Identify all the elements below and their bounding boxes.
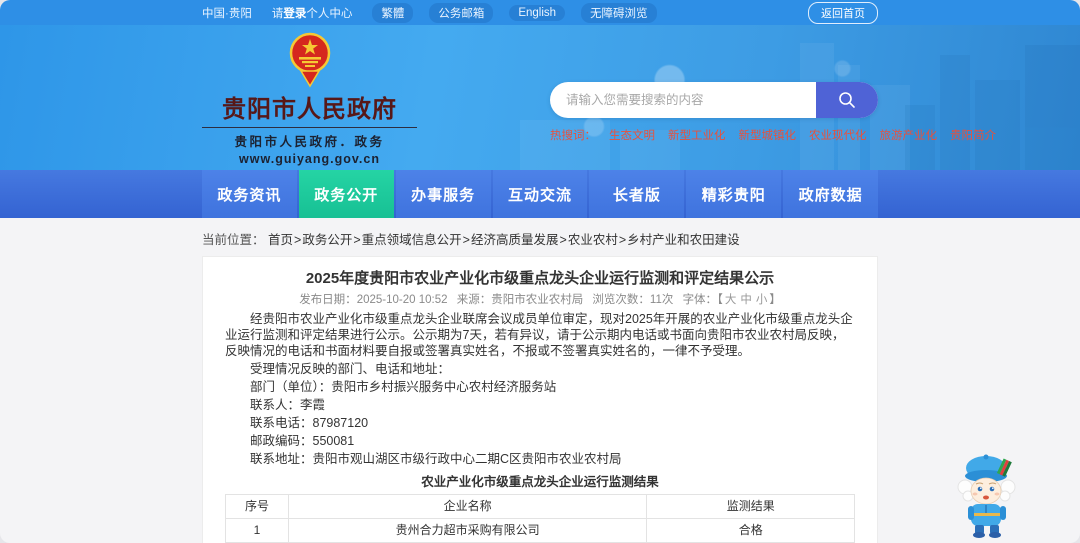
breadcrumb-items: 首页政务公开重点领域信息公开经济高质量发展农业农村乡村产业和农田建设	[268, 233, 742, 247]
breadcrumb-item[interactable]: 乡村产业和农田建设	[627, 233, 742, 247]
hot-word-link[interactable]: 新型工业化	[668, 127, 726, 143]
browser-page: 中国·贵阳 请登录个人中心 繁體公务邮箱 English 无障碍浏览 返回首页	[0, 0, 1080, 543]
nav-tab[interactable]: 政务资讯	[202, 170, 297, 218]
table-header-cell: 序号	[225, 494, 289, 519]
search-bar	[550, 82, 878, 118]
nav-tab[interactable]: 长者版	[589, 170, 685, 218]
article-paragraph: 联系人：李霞	[250, 398, 326, 412]
source-value: 贵阳市农业农村局	[491, 294, 584, 306]
utility-link[interactable]: English	[509, 4, 566, 21]
logo-divider	[202, 127, 417, 128]
cell-company-name: 贵州合力超市采购有限公司	[287, 518, 648, 543]
article-paragraph: 邮政编码：550081	[250, 434, 355, 448]
breadcrumb-item[interactable]: 重点领域信息公开	[362, 233, 471, 247]
hot-words-label: 热搜词：	[550, 130, 596, 142]
hot-word-link[interactable]: 旅游产业化	[880, 127, 938, 143]
source-label: 来源：	[456, 294, 492, 306]
nav-tab[interactable]: 政务公开	[298, 170, 394, 218]
font-size-button[interactable]: 小	[756, 294, 768, 306]
hot-words-list: 生态文明 新型工业化 新型城镇化 农业现代化 旅游产业化 贵阳简介	[609, 127, 996, 143]
search-input[interactable]	[550, 82, 816, 118]
site-name: 贵阳市人民政府	[222, 96, 397, 123]
nav-tab[interactable]: 政府数据	[783, 170, 879, 218]
return-home-button[interactable]: 返回首页	[808, 1, 878, 24]
breadcrumb-item[interactable]: 政务公开	[302, 233, 361, 247]
hot-word-link[interactable]: 生态文明	[609, 127, 655, 143]
publish-date: 2025-10-20 10:52	[356, 294, 448, 306]
hot-word-link[interactable]: 贵阳简介	[950, 127, 996, 143]
breadcrumb: 当前位置： 首页政务公开重点领域信息公开经济高质量发展农业农村乡村产业和农田建设	[202, 218, 878, 248]
cell-result: 合格	[646, 518, 855, 543]
bracket-open: 【	[717, 294, 723, 306]
cell-index: 1	[225, 518, 289, 543]
region-label[interactable]: 中国·贵阳	[202, 5, 252, 21]
breadcrumb-label: 当前位置：	[202, 233, 265, 247]
table-header-cell: 企业名称	[287, 494, 648, 519]
table-header-row: 序号 企业名称 监测结果	[225, 494, 855, 519]
views-value: 11次	[649, 294, 674, 306]
font-size-button[interactable]: 大	[725, 294, 737, 306]
site-logo[interactable]: 贵阳市人民政府 贵阳市人民政府．政务 www.guiyang.gov.cn	[202, 32, 417, 166]
login-prefix: 请	[271, 7, 284, 20]
site-header: 贵阳市人民政府 贵阳市人民政府．政务 www.guiyang.gov.cn 请输…	[0, 25, 1080, 170]
font-size-button[interactable]: 中	[740, 294, 752, 306]
hot-word-link[interactable]: 新型城镇化	[739, 127, 797, 143]
article-paragraph: 联系地址：贵阳市观山湖区市级行政中心二期C区贵阳市农业农村局	[250, 452, 622, 466]
table-header-cell: 监测结果	[646, 494, 855, 519]
article-paragraph: 受理情况反映的部门、电话和地址：	[250, 362, 451, 376]
search-button[interactable]	[816, 82, 878, 118]
bracket-close: 】	[769, 294, 781, 306]
font-size-buttons: 大中小	[723, 294, 770, 306]
utility-link[interactable]: 繁體	[372, 2, 414, 23]
national-emblem-icon	[289, 32, 330, 88]
font-size-label: 字体：	[682, 294, 718, 306]
views-label: 浏览次数：	[592, 294, 650, 306]
breadcrumb-item[interactable]: 农业农村	[568, 233, 627, 247]
utility-links: 繁體 公务邮箱 English 无障碍浏览	[372, 2, 657, 23]
site-subtitle: 贵阳市人民政府．政务	[234, 135, 385, 149]
mascot-figure[interactable]	[956, 451, 1018, 539]
utility-link[interactable]: 公务邮箱	[429, 2, 494, 23]
nav-tab[interactable]: 办事服务	[395, 170, 491, 218]
main-nav: 政务资讯 政务公开 办事服务 互动交流 长者版 精彩贵阳 政府数据	[0, 170, 1080, 218]
nav-tab[interactable]: 互动交流	[492, 170, 588, 218]
article-title: 2025年度贵阳市农业产业化市级重点龙头企业运行监测和评定结果公示	[305, 270, 775, 287]
article-body: 经贵阳市农业产业化市级重点龙头企业联席会议成员单位审定，现对2025年开展的农业…	[225, 311, 855, 467]
article-paragraph: 部门（单位）：贵阳市乡村振兴服务中心农村经济服务站	[250, 380, 557, 394]
publish-date-label: 发布日期：	[299, 294, 357, 306]
hot-search-words: 热搜词： 生态文明 新型工业化 新型城镇化 农业现代化 旅游产业化 贵阳简介	[550, 127, 996, 143]
table-row: 1 贵州合力超市采购有限公司 合格	[225, 518, 855, 543]
article-meta: 发布日期：2025-10-20 10:52 来源：贵阳市农业农村局 浏览次数：1…	[225, 293, 855, 307]
personal-center-label[interactable]: 个人中心	[306, 8, 352, 20]
breadcrumb-item[interactable]: 经济高质量发展	[471, 233, 568, 247]
results-table-title: 农业产业化市级重点龙头企业运行监测结果	[421, 475, 659, 489]
article-card: 2025年度贵阳市农业产业化市级重点龙头企业运行监测和评定结果公示 发布日期：2…	[202, 256, 878, 543]
results-table: 序号企业名称监测结果 1 贵州合力超市采购有限公司 合格 2 贵州友禾种业有限公…	[225, 494, 855, 543]
article-paragraph: 联系电话：87987120	[250, 416, 369, 430]
utility-bar: 中国·贵阳 请登录个人中心 繁體 公务邮箱 English 无障碍浏览 返回首页	[0, 0, 1080, 25]
article-paragraph: 经贵阳市农业产业化市级重点龙头企业联席会议成员单位审定，现对2025年开展的农业…	[225, 312, 853, 358]
login-label[interactable]: 登录	[283, 8, 306, 20]
site-url: www.guiyang.gov.cn	[239, 152, 380, 166]
login-link[interactable]: 请登录个人中心	[272, 5, 353, 21]
search-icon	[839, 92, 855, 108]
hot-word-link[interactable]: 农业现代化	[809, 127, 867, 143]
nav-tab[interactable]: 精彩贵阳	[686, 170, 782, 218]
utility-link[interactable]: 无障碍浏览	[581, 2, 657, 23]
breadcrumb-item[interactable]: 首页	[268, 233, 302, 247]
